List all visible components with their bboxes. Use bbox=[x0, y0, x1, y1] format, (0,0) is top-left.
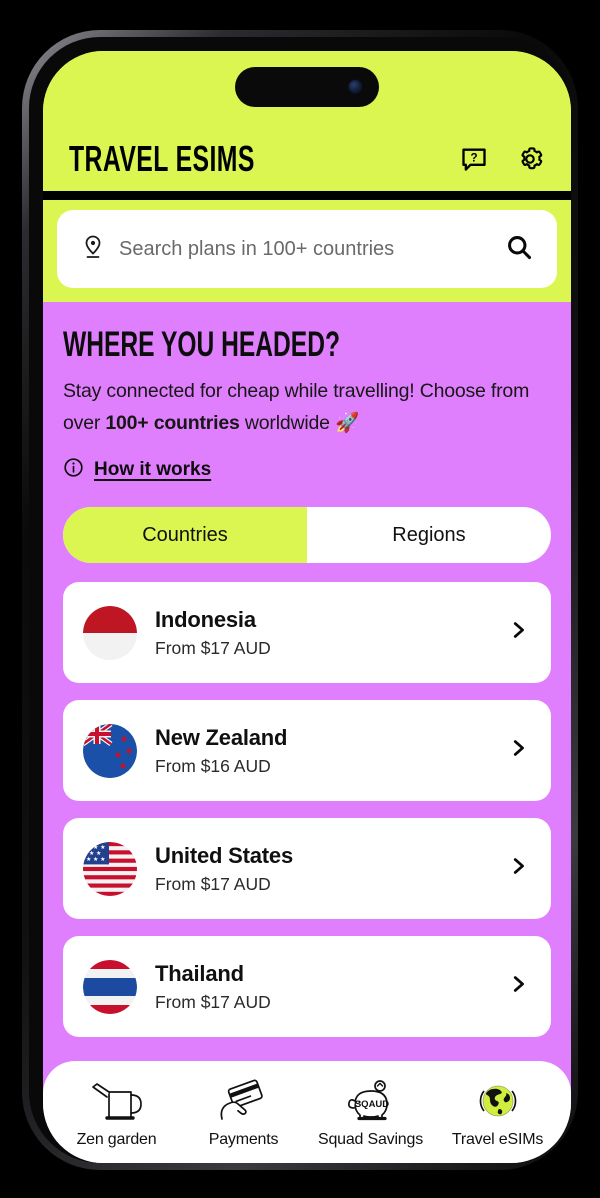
flag-thailand bbox=[83, 959, 137, 1014]
flag-united-states: ★ ★ ★ ★ ★ ★ ★ ★ bbox=[83, 841, 137, 896]
phone-frame: TRAVEL ESIMS ? Search plans in 100+ coun… bbox=[22, 30, 578, 1170]
chevron-right-icon[interactable] bbox=[507, 619, 529, 646]
subtitle-highlight: 100+ countries bbox=[105, 411, 240, 434]
nav-item-zen-garden[interactable]: Zen garden bbox=[58, 1077, 176, 1149]
hand-holding-card-icon bbox=[212, 1077, 276, 1123]
table-row[interactable]: Thailand From $17 AUD bbox=[63, 936, 551, 1038]
hero-subtitle: Stay connected for cheap while travellin… bbox=[63, 376, 543, 439]
nav-label: Zen garden bbox=[76, 1131, 157, 1148]
country-info: Indonesia From $17 AUD bbox=[155, 607, 489, 659]
app-title: TRAVEL ESIMS bbox=[69, 138, 255, 180]
watering-can-icon bbox=[85, 1077, 149, 1123]
country-info: New Zealand From $16 AUD bbox=[155, 725, 489, 777]
svg-text:★ ★ ★: ★ ★ ★ bbox=[86, 856, 105, 863]
location-pin-icon bbox=[81, 234, 105, 265]
country-price: From $17 AUD bbox=[155, 873, 271, 894]
search-band bbox=[43, 200, 571, 302]
country-info: Thailand From $17 AUD bbox=[155, 961, 489, 1013]
search-input[interactable] bbox=[119, 237, 491, 261]
nav-item-travel-esims[interactable]: Travel eSIMs bbox=[439, 1077, 557, 1149]
country-name: United States bbox=[155, 842, 293, 868]
screenshot-stage: TRAVEL ESIMS ? Search plans in 100+ coun… bbox=[0, 0, 600, 1198]
table-row[interactable]: New Zealand From $16 AUD bbox=[63, 700, 551, 802]
country-list: Indonesia From $17 AUD New Zealand From … bbox=[63, 582, 551, 1038]
svg-text:SQAUD: SQAUD bbox=[354, 1099, 388, 1110]
svg-text:★ ★: ★ ★ bbox=[89, 850, 101, 857]
info-circle-icon bbox=[63, 457, 84, 483]
nav-label: Squad Savings bbox=[317, 1131, 424, 1148]
chevron-right-icon[interactable] bbox=[507, 973, 529, 1000]
nav-item-payments[interactable]: Payments bbox=[185, 1077, 303, 1149]
svg-text:?: ? bbox=[470, 151, 477, 164]
phone-bezel: TRAVEL ESIMS ? Search plans in 100+ coun… bbox=[29, 37, 571, 1163]
nav-label: Travel eSIMs bbox=[451, 1131, 544, 1148]
piggy-bank-sqaud-icon: SQAUD bbox=[339, 1077, 403, 1123]
page-title: WHERE YOU HEADED? bbox=[63, 325, 341, 364]
phone-screen: TRAVEL ESIMS ? Search plans in 100+ coun… bbox=[43, 51, 571, 1163]
rocket-emoji: 🚀 bbox=[335, 411, 360, 434]
help-speech-bubble-icon[interactable]: ? bbox=[459, 144, 489, 174]
search-box[interactable] bbox=[57, 210, 557, 288]
country-price: From $17 AUD bbox=[155, 991, 271, 1012]
chevron-right-icon[interactable] bbox=[507, 737, 529, 764]
countries-regions-toggle: Countries Regions bbox=[63, 507, 551, 564]
dynamic-island bbox=[235, 67, 379, 107]
svg-text:★ ★ ★: ★ ★ ★ bbox=[86, 844, 105, 851]
table-row[interactable]: Indonesia From $17 AUD bbox=[63, 582, 551, 684]
main-content: WHERE YOU HEADED? Stay connected for che… bbox=[43, 302, 571, 1163]
bottom-navigation: Zen garden Payments SQAUD Squad Savings … bbox=[43, 1061, 571, 1163]
country-price: From $17 AUD bbox=[155, 637, 271, 658]
country-name: Indonesia bbox=[155, 606, 256, 632]
nav-item-squad-savings[interactable]: SQAUD Squad Savings bbox=[312, 1077, 430, 1149]
globe-icon bbox=[466, 1077, 530, 1123]
front-camera-icon bbox=[348, 79, 363, 95]
header-divider bbox=[43, 191, 571, 200]
chevron-right-icon[interactable] bbox=[507, 855, 529, 882]
country-price: From $16 AUD bbox=[155, 755, 271, 776]
country-name: Thailand bbox=[155, 960, 244, 986]
how-it-works-link[interactable]: How it works bbox=[63, 457, 211, 483]
how-it-works-label: How it works bbox=[94, 459, 212, 481]
header-actions: ? bbox=[459, 144, 545, 177]
magnifier-icon[interactable] bbox=[505, 233, 533, 266]
flag-indonesia bbox=[83, 605, 137, 660]
gear-icon[interactable] bbox=[515, 144, 545, 174]
tab-regions[interactable]: Regions bbox=[307, 507, 551, 563]
tab-countries[interactable]: Countries bbox=[63, 507, 307, 564]
subtitle-part-2: worldwide bbox=[239, 411, 336, 434]
nav-label: Payments bbox=[208, 1131, 279, 1148]
flag-new-zealand bbox=[83, 723, 137, 778]
table-row[interactable]: ★ ★ ★ ★ ★ ★ ★ ★ United States From $17 A… bbox=[63, 818, 551, 920]
country-name: New Zealand bbox=[155, 724, 288, 750]
country-info: United States From $17 AUD bbox=[155, 843, 489, 895]
